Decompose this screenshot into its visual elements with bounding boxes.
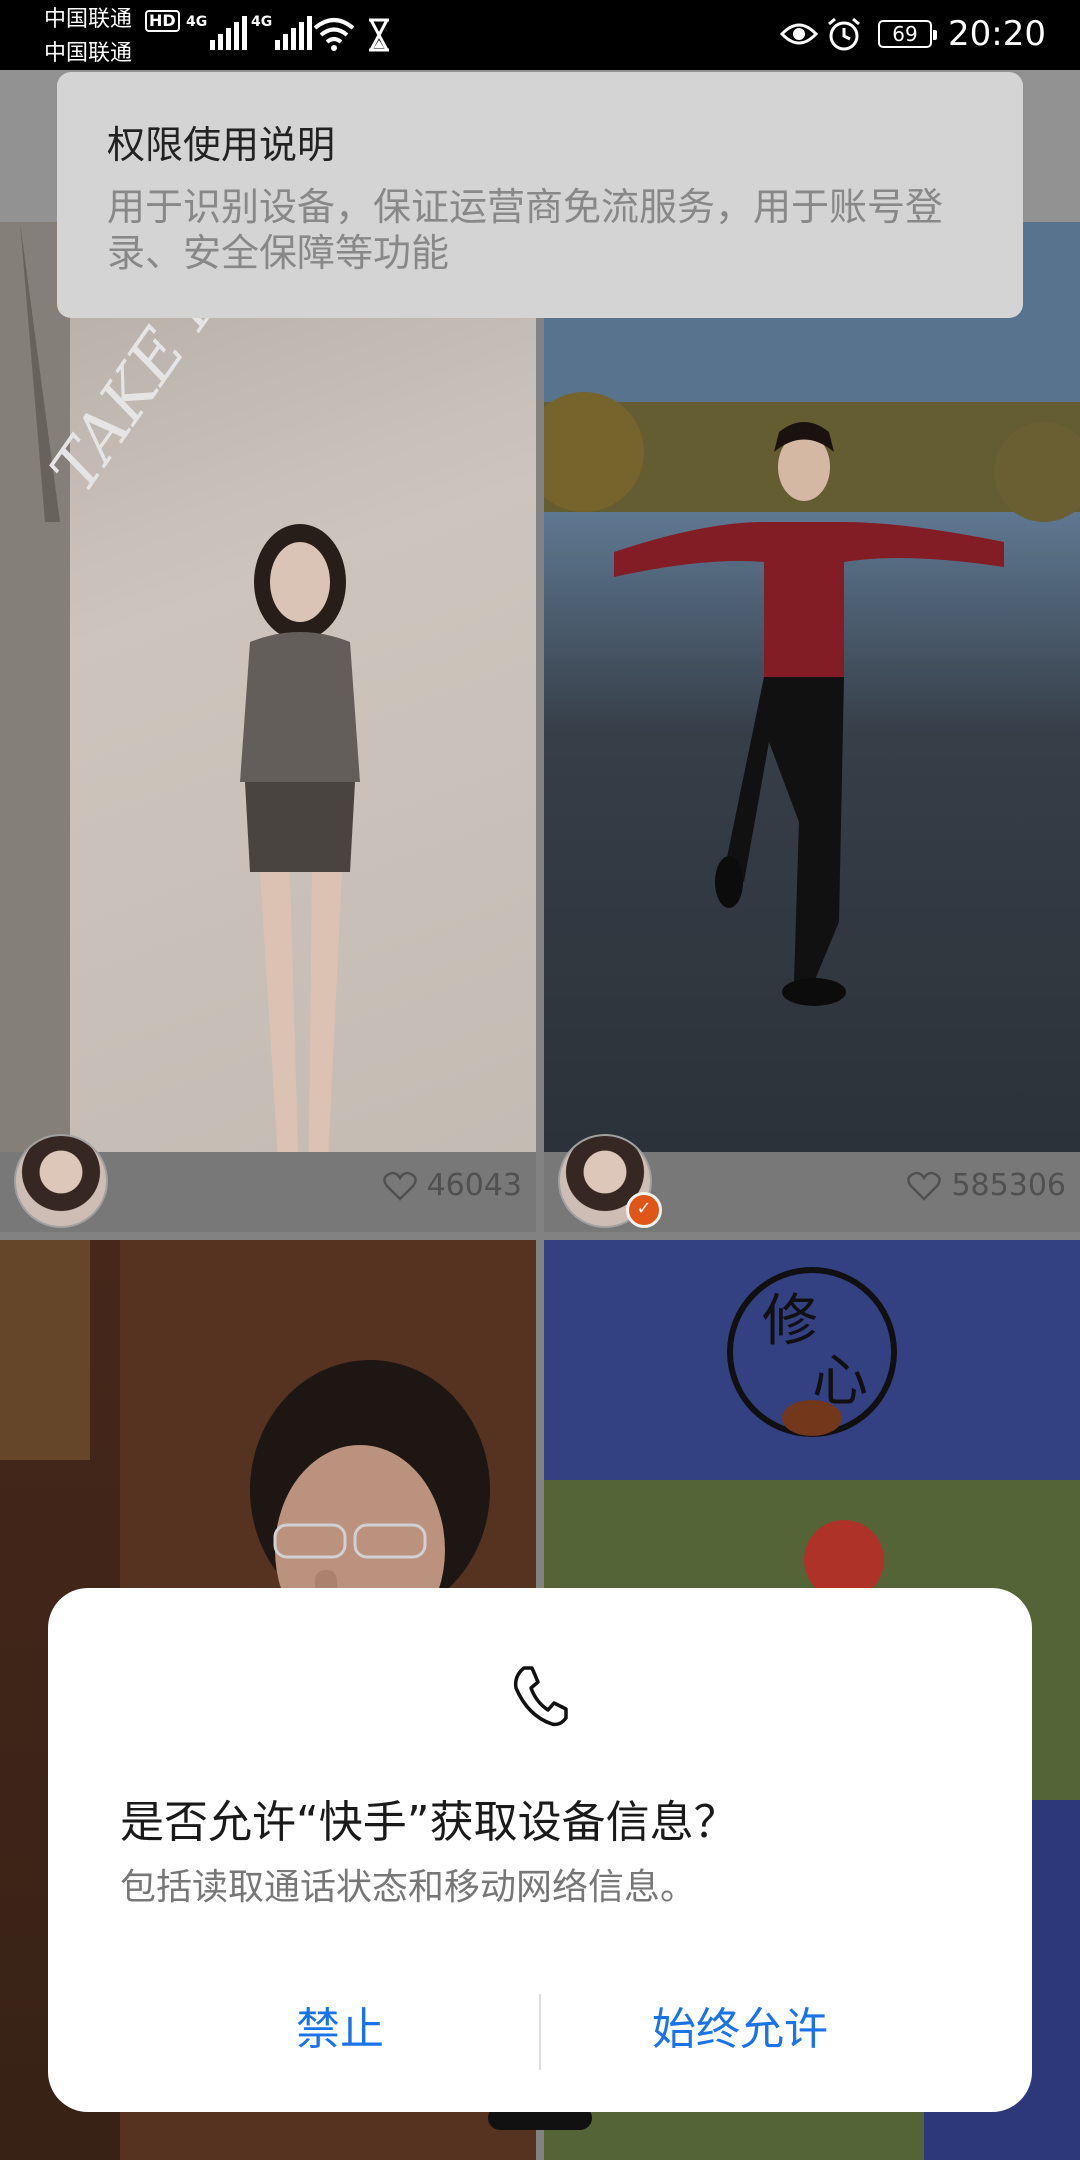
signal-icon-secondary: 4G	[251, 14, 313, 50]
network-type-label: 4G	[186, 14, 208, 30]
hd-voice-icon: HD	[145, 10, 180, 32]
alarm-icon	[828, 17, 860, 51]
clock: 20:20	[948, 14, 1046, 54]
signal-icon: 4G	[186, 14, 248, 50]
status-bar: 中国联通 中国联通 HD 4G 4G 69 20:20	[0, 0, 1080, 70]
dialog-title: 是否允许“快手”获取设备信息？	[120, 1797, 738, 1848]
carrier-secondary: 中国联通	[44, 41, 133, 66]
battery-icon: 69	[878, 20, 937, 48]
always-allow-button[interactable]: 始终允许	[540, 1990, 940, 2070]
hourglass-icon	[369, 18, 389, 52]
permission-explanation-banner: 权限使用说明 用于识别设备，保证运营商免流服务，用于账号登录、安全保障等功能	[57, 72, 1023, 318]
eye-icon	[780, 23, 818, 45]
deny-button[interactable]: 禁止	[140, 1990, 540, 2070]
dialog-description: 包括读取通话状态和移动网络信息。	[120, 1867, 697, 1908]
carrier-primary: 中国联通	[44, 7, 133, 32]
banner-description: 用于识别设备，保证运营商免流服务，用于账号登录、安全保障等功能	[107, 185, 944, 275]
wifi-icon	[313, 18, 355, 51]
phone-icon	[513, 1666, 568, 1727]
permission-dialog: 是否允许“快手”获取设备信息？ 包括读取通话状态和移动网络信息。 禁止 始终允许	[48, 1588, 1032, 2112]
network-type-label-secondary: 4G	[251, 14, 273, 30]
banner-title: 权限使用说明	[107, 123, 336, 167]
